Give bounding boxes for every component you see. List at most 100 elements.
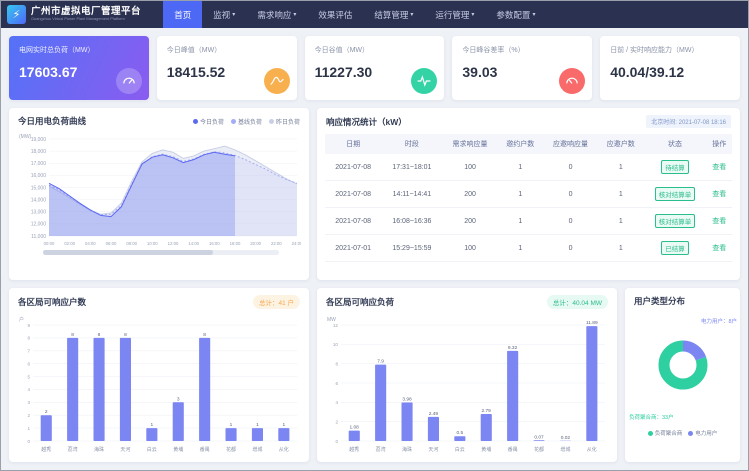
beijing-time-label: 北京时间: 2021-07-08 18:16	[646, 115, 731, 128]
bar[interactable]	[349, 431, 360, 441]
district-households-chart[interactable]: 户01234567892越秀8荔湾8海珠8天河1白云3黄埔8番禺1花都1增城1从…	[17, 313, 301, 453]
bar[interactable]	[120, 338, 131, 441]
user-type-donut-chart[interactable]: 电力用户：8户 负荷聚合商：33户	[625, 311, 740, 423]
svg-text:8: 8	[98, 332, 101, 338]
legend-item[interactable]: 今日负荷	[193, 117, 224, 126]
svg-text:1: 1	[256, 422, 259, 428]
bar[interactable]	[454, 436, 465, 441]
nav-item-monitoring[interactable]: 监视▾	[202, 1, 246, 28]
bar[interactable]	[94, 338, 105, 441]
kpi-peak-valley-ratio: 今日峰谷差率（%） 39.03	[452, 36, 592, 100]
view-link[interactable]: 查看	[712, 164, 726, 171]
kpi-response-capability: 日前 / 实时响应能力（MW） 40.04/39.12	[600, 36, 740, 100]
response-table-body: 2021-07-0817:31~18:01100101待结算查看2021-07-…	[325, 154, 732, 262]
bar[interactable]	[534, 440, 545, 441]
kpi-value: 40.04/39.12	[610, 64, 730, 80]
kpi-label: 今日峰值（MW）	[167, 45, 287, 55]
table-row: 2021-07-0814:11~14:41200101核对结算单查看	[325, 181, 732, 208]
svg-text:1: 1	[230, 422, 233, 428]
legend-item[interactable]: 负荷聚合商	[648, 429, 683, 437]
bar[interactable]	[375, 365, 386, 441]
nav-item-parameters[interactable]: 参数配置▾	[485, 1, 546, 28]
svg-text:海珠: 海珠	[94, 446, 104, 453]
chevron-down-icon: ▾	[532, 11, 535, 18]
chart-zoom-slider[interactable]	[43, 250, 279, 255]
nav-item-settlement[interactable]: 结算管理▾	[363, 1, 424, 28]
bar[interactable]	[402, 403, 413, 442]
bar[interactable]	[146, 428, 157, 441]
legend-dot	[193, 119, 198, 124]
panel-title: 今日用电负荷曲线	[18, 115, 86, 127]
load-curve-chart[interactable]: (MW)11,00012,00013,00014,00015,00016,000…	[17, 131, 301, 247]
bar[interactable]	[226, 428, 237, 441]
chevron-down-icon: ▾	[293, 11, 296, 18]
svg-text:1.08: 1.08	[350, 425, 360, 431]
svg-text:15,000: 15,000	[31, 185, 47, 191]
kpi-label: 日前 / 实时响应能力（MW）	[610, 45, 730, 55]
legend-item[interactable]: 昨日负荷	[269, 117, 300, 126]
response-table: 日期 时段 需求响应量 邀约户数 应邀响应量 应邀户数 状态 操作 2021-0…	[325, 134, 732, 262]
bar[interactable]	[428, 417, 439, 441]
svg-text:天河: 天河	[120, 446, 130, 453]
kpi-row: 电网实时总负荷（MW） 17603.67 今日峰值（MW） 18415.52 今…	[9, 36, 740, 100]
response-stats-panel: 响应情况统计（kW） 北京时间: 2021-07-08 18:16 日期 时段 …	[317, 108, 740, 280]
kpi-today-valley: 今日谷值（MW） 11227.30	[305, 36, 445, 100]
svg-text:增城: 增城	[560, 446, 570, 453]
kpi-realtime-total-load: 电网实时总负荷（MW） 17603.67	[9, 36, 149, 100]
bar[interactable]	[199, 338, 210, 441]
svg-text:8: 8	[27, 336, 30, 341]
view-link[interactable]: 查看	[712, 245, 726, 252]
svg-text:14,000: 14,000	[31, 197, 47, 203]
bar[interactable]	[278, 428, 289, 441]
gauge-icon	[116, 68, 142, 94]
status-badge: 待结算	[661, 160, 689, 174]
bar[interactable]	[586, 326, 597, 441]
svg-text:17,000: 17,000	[31, 161, 47, 167]
view-link[interactable]: 查看	[712, 218, 726, 225]
donut-callout: 电力用户：8户	[701, 317, 737, 325]
svg-text:12: 12	[333, 323, 339, 328]
svg-text:16:00: 16:00	[209, 241, 220, 246]
bar[interactable]	[67, 338, 78, 441]
svg-text:越秀: 越秀	[349, 446, 359, 453]
legend-dot	[269, 119, 274, 124]
svg-text:2.79: 2.79	[482, 408, 492, 414]
meter-icon	[559, 68, 585, 94]
legend-item[interactable]: 基线负荷	[231, 117, 262, 126]
view-link[interactable]: 查看	[712, 191, 726, 198]
district-load-chart[interactable]: MW0246810121.08越秀7.9荔湾3.98海珠2.49天河0.5白云2…	[325, 313, 609, 453]
bar[interactable]	[173, 402, 184, 441]
table-row: 2021-07-0816:08~16:36200101核对结算单查看	[325, 208, 732, 235]
panel-title: 各区局可响应户数	[18, 296, 86, 308]
app-logo: ⚡	[7, 5, 26, 24]
total-badge: 总计：41 户	[253, 295, 300, 309]
bar[interactable]	[41, 415, 52, 441]
svg-text:22:00: 22:00	[271, 241, 282, 246]
svg-text:0.5: 0.5	[456, 430, 463, 436]
zoom-slider-handle[interactable]	[43, 250, 213, 255]
svg-text:4: 4	[335, 400, 338, 405]
svg-text:2: 2	[335, 419, 338, 424]
total-badge: 总计：40.04 MW	[547, 295, 608, 309]
svg-text:从化: 从化	[587, 446, 597, 453]
svg-text:2.49: 2.49	[429, 411, 439, 417]
nav-item-home[interactable]: 首页	[163, 1, 202, 28]
svg-text:3.98: 3.98	[402, 397, 412, 403]
table-row: 2021-07-0817:31~18:01100101待结算查看	[325, 154, 732, 181]
bar[interactable]	[507, 351, 518, 441]
kpi-label: 今日谷值（MW）	[315, 45, 435, 55]
svg-text:白云: 白云	[455, 446, 465, 453]
bar[interactable]	[252, 428, 263, 441]
svg-text:2: 2	[45, 409, 48, 415]
svg-text:02:00: 02:00	[64, 241, 75, 246]
chevron-down-icon: ▾	[232, 11, 235, 18]
legend-item[interactable]: 电力用户	[688, 429, 717, 437]
nav-item-effect-evaluation[interactable]: 效果评估	[307, 1, 363, 28]
svg-text:3: 3	[27, 400, 30, 405]
kpi-label: 电网实时总负荷（MW）	[19, 45, 139, 55]
svg-text:04:00: 04:00	[85, 241, 96, 246]
nav-item-operation[interactable]: 运行管理▾	[424, 1, 485, 28]
nav-item-demand-response[interactable]: 需求响应▾	[246, 1, 307, 28]
bar[interactable]	[481, 414, 492, 441]
kpi-label: 今日峰谷差率（%）	[462, 45, 582, 55]
